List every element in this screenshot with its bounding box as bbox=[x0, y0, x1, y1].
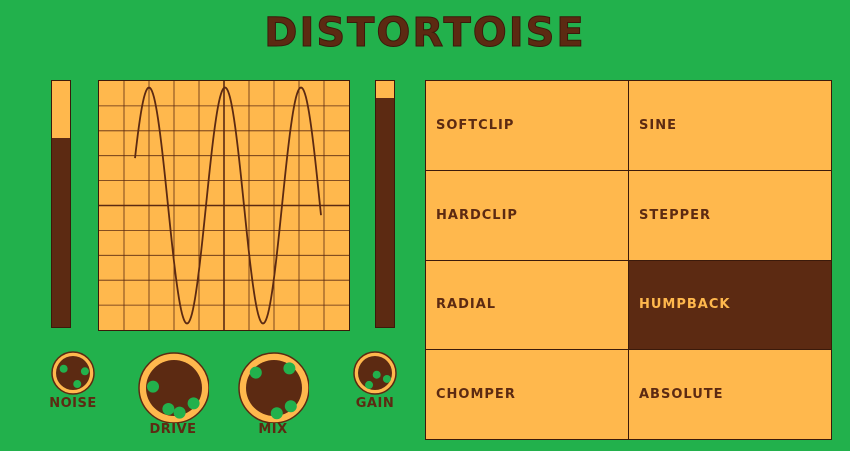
distortion-mode-selector: SOFTCLIP SINE HARDCLIP STEPPER RADIAL HU… bbox=[425, 80, 832, 440]
input-level-fill bbox=[52, 137, 70, 327]
app-title: DISTORTOISE bbox=[264, 10, 586, 57]
mode-absolute[interactable]: ABSOLUTE bbox=[629, 350, 831, 439]
output-level-fill bbox=[376, 98, 394, 327]
input-level-meter bbox=[51, 80, 71, 328]
gain-knob[interactable] bbox=[352, 350, 398, 396]
drive-knob[interactable] bbox=[137, 351, 209, 423]
mode-stepper[interactable]: STEPPER bbox=[629, 170, 831, 260]
mode-sine[interactable]: SINE bbox=[629, 81, 831, 170]
noise-knob[interactable] bbox=[50, 350, 96, 396]
mode-softclip[interactable]: SOFTCLIP bbox=[426, 81, 628, 170]
mix-knob-label: MIX bbox=[258, 422, 288, 437]
waveform-svg bbox=[99, 81, 349, 330]
mode-humpback[interactable]: HUMPBACK bbox=[629, 260, 831, 350]
mode-hardclip[interactable]: HARDCLIP bbox=[426, 170, 628, 260]
drive-knob-label: DRIVE bbox=[149, 422, 197, 437]
mode-chomper[interactable]: CHOMPER bbox=[426, 350, 628, 439]
mode-radial[interactable]: RADIAL bbox=[426, 260, 628, 350]
gain-knob-label: GAIN bbox=[355, 396, 395, 411]
output-level-meter bbox=[375, 80, 395, 328]
noise-knob-label: NOISE bbox=[49, 396, 97, 411]
mix-knob[interactable] bbox=[237, 351, 309, 423]
waveform-display bbox=[98, 80, 350, 331]
